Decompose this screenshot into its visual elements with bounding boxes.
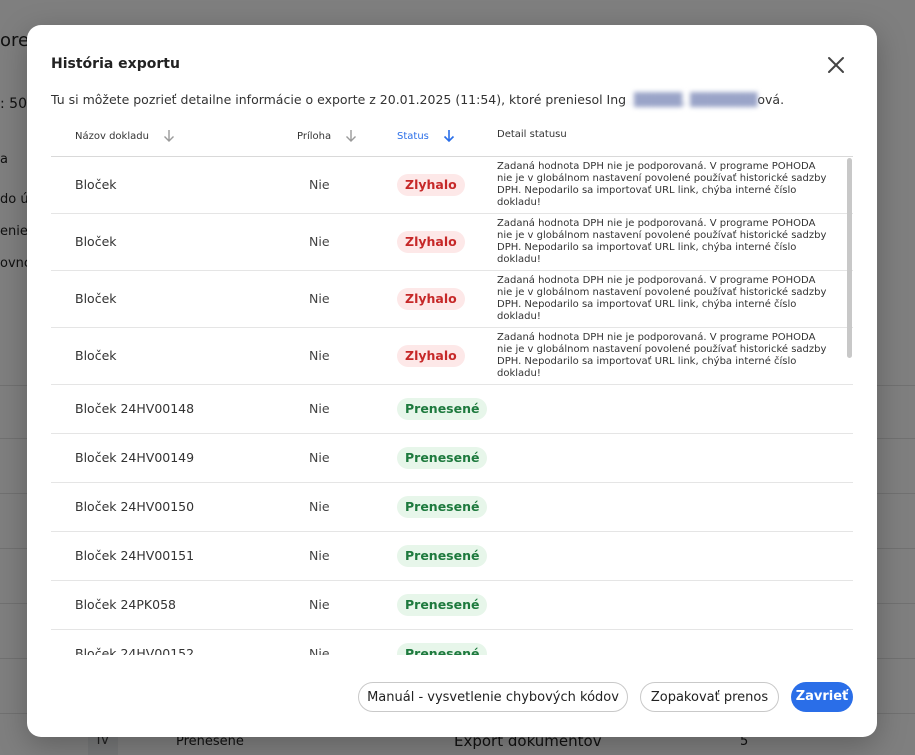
table-row: Bloček Nie Zlyhalo Zadaná hodnota DPH nie j… (51, 214, 853, 271)
attachment-value: Nie (309, 401, 330, 416)
document-name: Bloček 24HV00149 (75, 450, 195, 465)
table-row: Bloček Nie Zlyhalo Zadaná hodnota DPH nie j… (51, 157, 853, 214)
attachment-value: Nie (309, 234, 330, 249)
document-name: Bloček (75, 177, 117, 192)
scrollbar-thumb[interactable] (847, 158, 852, 358)
status-badge: Zlyhalo (397, 174, 465, 196)
document-name: Bloček 24PK058 (75, 597, 176, 612)
close-button[interactable]: Zavrieť (791, 682, 853, 712)
status-badge: Prenesené (397, 398, 488, 420)
table-row: Bloček 24HV00150 Nie Prenesené (51, 483, 853, 532)
retry-export-button[interactable]: Zopakovať prenos (640, 682, 779, 712)
status-badge: Zlyhalo (397, 345, 465, 367)
document-name: Bloček 24HV00151 (75, 548, 195, 563)
status-badge: Prenesené (397, 447, 488, 469)
table-row: Bloček 24HV00152 Nie Prenesené (51, 630, 853, 655)
attachment-value: Nie (309, 348, 330, 363)
column-label: Príloha (297, 130, 332, 142)
column-label: Detail statusu (497, 129, 567, 140)
document-name: Bloček (75, 348, 117, 363)
table-header: Názov dokladu Príloha Status Detail stat… (51, 115, 853, 157)
table-row: Bloček 24HV00151 Nie Prenesené (51, 532, 853, 581)
manual-button[interactable]: Manuál - vysvetlenie chybových kódov (358, 682, 628, 712)
column-label: Názov dokladu (75, 130, 149, 142)
status-detail: Zadaná hodnota DPH nie je podporovaná. V… (497, 275, 827, 322)
column-header-detail: Detail statusu (497, 129, 567, 140)
status-detail: Zadaná hodnota DPH nie je podporovaná. V… (497, 218, 827, 265)
dialog-subtitle: Tu si môžete pozrieť detailne informácie… (51, 92, 784, 107)
status-badge: Zlyhalo (397, 231, 465, 253)
attachment-value: Nie (309, 450, 330, 465)
dialog-title: História exportu (51, 56, 180, 72)
document-name: Bloček 24HV00152 (75, 646, 195, 655)
status-badge: Prenesené (397, 496, 488, 518)
document-name: Bloček (75, 234, 117, 249)
export-table: Názov dokladu Príloha Status Detail stat… (51, 115, 853, 655)
status-badge: Prenesené (397, 545, 488, 567)
attachment-value: Nie (309, 597, 330, 612)
redacted-name: . █████, ███████ (626, 92, 758, 107)
table-row: Bloček Nie Zlyhalo Zadaná hodnota DPH nie j… (51, 271, 853, 328)
table-row: Bloček 24PK058 Nie Prenesené (51, 581, 853, 630)
subtitle-suffix: ová. (757, 92, 785, 107)
column-header-status[interactable]: Status (397, 129, 455, 143)
attachment-value: Nie (309, 548, 330, 563)
table-body: Bloček Nie Zlyhalo Zadaná hodnota DPH nie j… (51, 157, 853, 655)
sort-arrow-icon (443, 130, 454, 143)
attachment-value: Nie (309, 646, 330, 655)
column-label: Status (397, 130, 429, 142)
column-header-name[interactable]: Názov dokladu (75, 129, 175, 143)
column-header-attachment[interactable]: Príloha (297, 129, 357, 143)
status-detail: Zadaná hodnota DPH nie je podporovaná. V… (497, 161, 827, 208)
table-row: Bloček Nie Zlyhalo Zadaná hodnota DPH nie j… (51, 328, 853, 385)
attachment-value: Nie (309, 177, 330, 192)
status-badge: Prenesené (397, 594, 488, 616)
status-badge: Prenesené (397, 643, 488, 655)
document-name: Bloček (75, 291, 117, 306)
close-icon[interactable] (824, 53, 848, 77)
export-history-dialog: História exportu Tu si môžete pozrieť de… (27, 25, 877, 737)
status-badge: Zlyhalo (397, 288, 465, 310)
table-row: Bloček 24HV00149 Nie Prenesené (51, 434, 853, 483)
status-detail: Zadaná hodnota DPH nie je podporovaná. V… (497, 332, 827, 379)
document-name: Bloček 24HV00148 (75, 401, 195, 416)
attachment-value: Nie (309, 499, 330, 514)
subtitle-text: Tu si môžete pozrieť detailne informácie… (51, 92, 627, 107)
attachment-value: Nie (309, 291, 330, 306)
document-name: Bloček 24HV00150 (75, 499, 195, 514)
sort-arrow-icon (346, 130, 357, 142)
table-row: Bloček 24HV00148 Nie Prenesené (51, 385, 853, 434)
sort-arrow-icon (163, 130, 174, 142)
